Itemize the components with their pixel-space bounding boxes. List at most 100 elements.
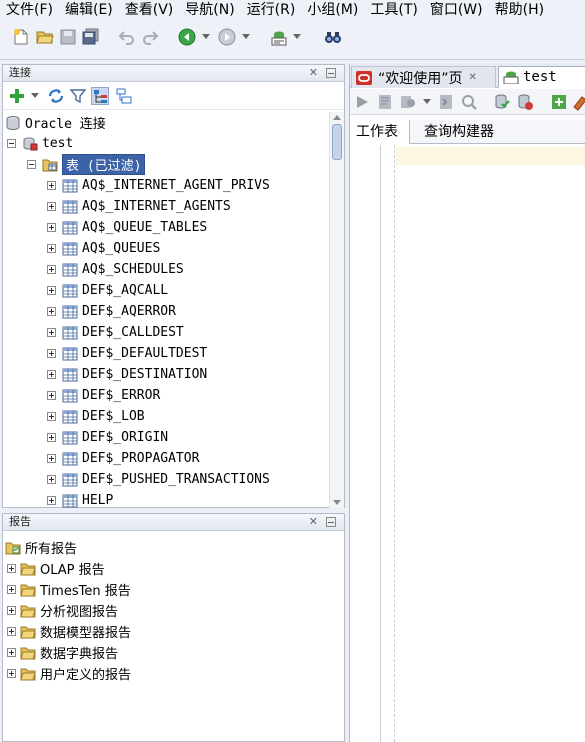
scroll-up-icon[interactable] [333,115,341,120]
save-all-icon[interactable] [82,28,100,46]
tree-node-all-reports[interactable]: 所有报告 [5,537,77,558]
back-icon[interactable] [178,28,196,46]
expand-toggle[interactable] [7,606,16,615]
menu-item[interactable]: 工具(T) [362,1,421,19]
autotrace-icon[interactable] [399,93,417,111]
add-connection-caret-icon[interactable] [31,93,39,98]
menu-item[interactable]: 运行(R) [239,1,300,19]
tab-welcome-page[interactable]: “欢迎使用”页 ✕ [351,66,496,88]
table-row[interactable]: AQ$_QUEUE_TABLES [47,217,207,238]
collapse-toggle[interactable] [7,139,16,148]
expand-toggle[interactable] [47,475,56,484]
table-row[interactable]: AQ$_INTERNET_AGENT_PRIVS [47,175,270,196]
menu-item[interactable]: 帮助(H) [487,1,548,19]
table-row[interactable]: DEF$_AQCALL [47,280,168,301]
eraser-icon[interactable] [571,93,585,111]
expand-toggle[interactable] [47,349,56,358]
expand-toggle[interactable] [47,454,56,463]
report-row[interactable]: OLAP 报告 [7,558,105,579]
table-row[interactable]: DEF$_AQERROR [47,301,176,322]
close-icon[interactable]: ✕ [309,65,318,81]
table-row[interactable]: DEF$_DESTINATION [47,364,207,385]
sql-tuning-icon[interactable] [460,93,478,111]
tree-view-icon[interactable] [115,87,133,105]
tree-node-connection-test[interactable]: test [7,133,73,154]
tab-test-worksheet[interactable]: test [498,66,585,88]
refresh-icon[interactable] [47,87,65,105]
tab-worksheet[interactable]: 工作表 [350,120,410,144]
scroll-down-icon[interactable] [333,500,341,505]
scroll-thumb[interactable] [332,124,342,160]
expand-toggle[interactable] [47,244,56,253]
expand-toggle[interactable] [47,202,56,211]
filter-icon[interactable] [69,87,87,105]
expand-toggle[interactable] [47,181,56,190]
sql-editor[interactable] [350,145,585,742]
menu-item[interactable]: 窗口(W) [422,1,487,19]
table-row[interactable]: DEF$_ERROR [47,385,160,406]
collapse-toggle[interactable] [27,160,36,169]
expand-toggle[interactable] [47,286,56,295]
close-icon[interactable]: ✕ [309,514,318,530]
expand-toggle[interactable] [7,564,16,573]
menu-item[interactable]: 查看(V) [117,1,178,19]
new-file-icon[interactable] [12,28,30,46]
table-row[interactable]: DEF$_ORIGIN [47,427,168,448]
expand-toggle[interactable] [47,370,56,379]
expand-toggle[interactable] [47,265,56,274]
menu-item[interactable]: 文件(F) [0,1,57,19]
report-row[interactable]: 数据字典报告 [7,642,118,663]
report-row[interactable]: 分析视图报告 [7,600,118,621]
sql-worksheet-icon[interactable] [270,28,288,46]
open-folder-icon[interactable] [36,28,54,46]
expand-toggle[interactable] [47,433,56,442]
report-row[interactable]: 数据模型器报告 [7,621,131,642]
table-row[interactable]: AQ$_QUEUES [47,238,160,259]
report-row[interactable]: 用户定义的报告 [7,663,131,684]
connections-scrollbar[interactable] [329,112,344,508]
table-row[interactable]: DEF$_PROPAGATOR [47,448,199,469]
tree-node-oracle-connections[interactable]: Oracle 连接 [5,112,106,133]
commit-icon[interactable] [493,93,511,111]
run-script-icon[interactable] [376,93,394,111]
forward-icon[interactable] [218,28,236,46]
expand-toggle[interactable] [7,627,16,636]
table-row[interactable]: HELP [47,490,113,508]
explain-plan-icon[interactable] [437,93,455,111]
undo-icon[interactable] [118,28,136,46]
close-icon[interactable]: ✕ [469,72,477,83]
back-history-caret-icon[interactable] [202,34,210,39]
expand-toggle[interactable] [47,223,56,232]
run-statement-icon[interactable] [353,93,371,111]
sql-history-icon[interactable] [550,93,568,111]
redo-icon[interactable] [141,28,159,46]
expand-toggle[interactable] [47,307,56,316]
report-row[interactable]: TimesTen 报告 [7,579,131,600]
minimize-icon[interactable] [326,68,336,78]
tree-node-tables[interactable]: 表 (已过滤) [27,154,146,175]
expand-toggle[interactable] [7,648,16,657]
expand-toggle[interactable] [47,328,56,337]
table-row[interactable]: AQ$_INTERNET_AGENTS [47,196,231,217]
table-row[interactable]: DEF$_LOB [47,406,145,427]
expand-toggle[interactable] [7,585,16,594]
autotrace-caret-icon[interactable] [423,99,431,104]
expand-toggle[interactable] [47,391,56,400]
rollback-icon[interactable] [516,93,534,111]
minimize-icon[interactable] [326,517,336,527]
forward-history-caret-icon[interactable] [242,34,250,39]
menu-item[interactable]: 导航(N) [177,1,238,19]
table-row[interactable]: DEF$_PUSHED_TRANSACTIONS [47,469,270,490]
expand-toggle[interactable] [47,412,56,421]
binoculars-icon[interactable] [324,28,342,46]
save-icon[interactable] [59,28,77,46]
expand-toggle[interactable] [7,669,16,678]
schema-browser-icon[interactable] [91,87,109,105]
table-row[interactable]: DEF$_CALLDEST [47,322,184,343]
table-row[interactable]: DEF$_DEFAULTDEST [47,343,207,364]
expand-toggle[interactable] [47,496,56,505]
menu-item[interactable]: 小组(M) [299,1,362,19]
table-row[interactable]: AQ$_SCHEDULES [47,259,184,280]
add-connection-icon[interactable] [8,87,26,105]
menu-item[interactable]: 编辑(E) [57,1,117,19]
